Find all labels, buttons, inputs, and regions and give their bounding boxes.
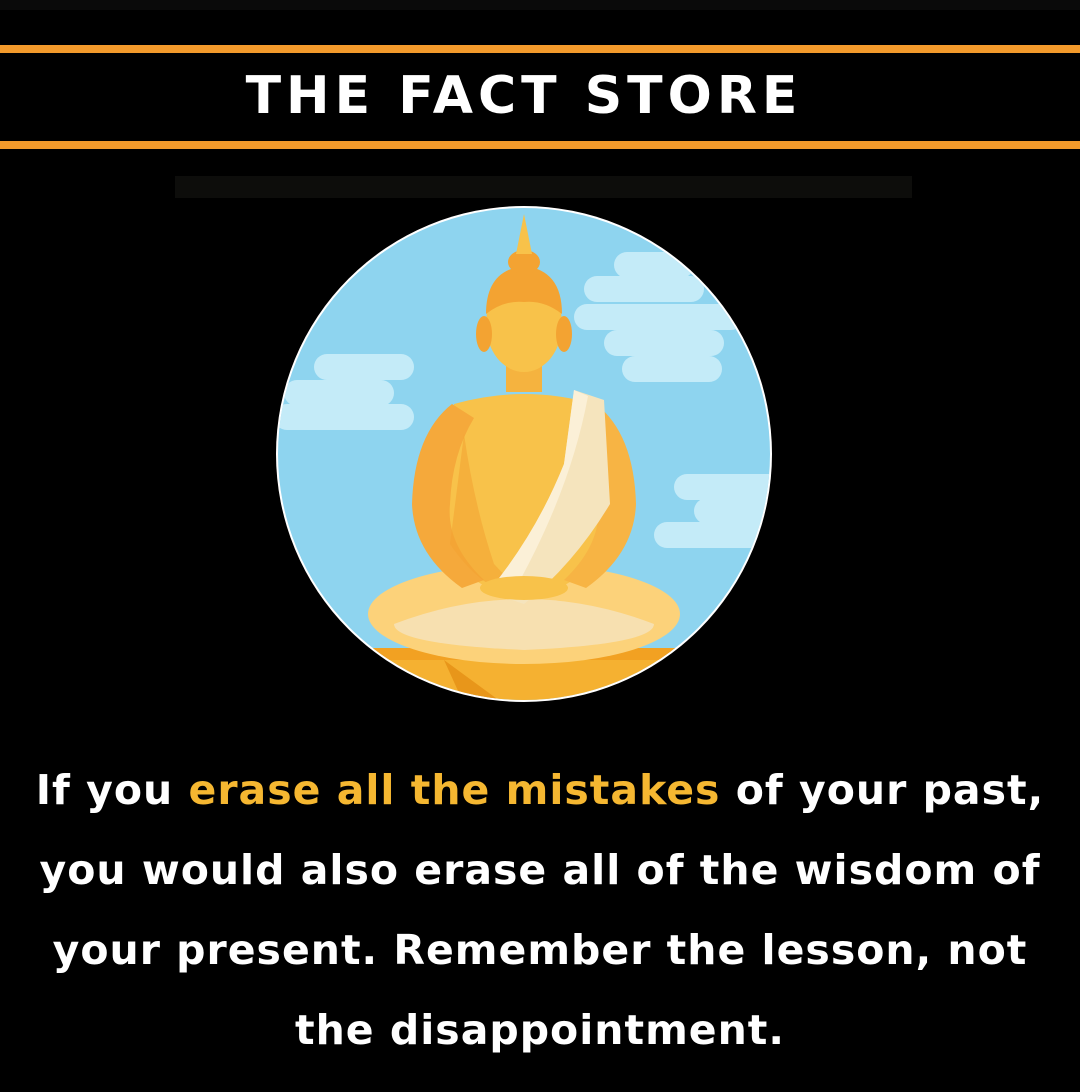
quote-part-1: If you — [35, 766, 189, 814]
header-bottom-line — [0, 141, 1080, 149]
quote-text: If you erase all the mistakes of your pa… — [20, 750, 1060, 1070]
meditating-buddha-icon — [274, 204, 774, 704]
divider-bar — [175, 176, 912, 198]
quote-highlight: erase all the mistakes — [188, 766, 721, 814]
fact-card: THE FACT STORE If you erase all the mist… — [0, 0, 1080, 1092]
page-title: THE FACT STORE — [245, 66, 803, 126]
header-top-line — [0, 45, 1080, 53]
top-strip — [0, 0, 1080, 10]
